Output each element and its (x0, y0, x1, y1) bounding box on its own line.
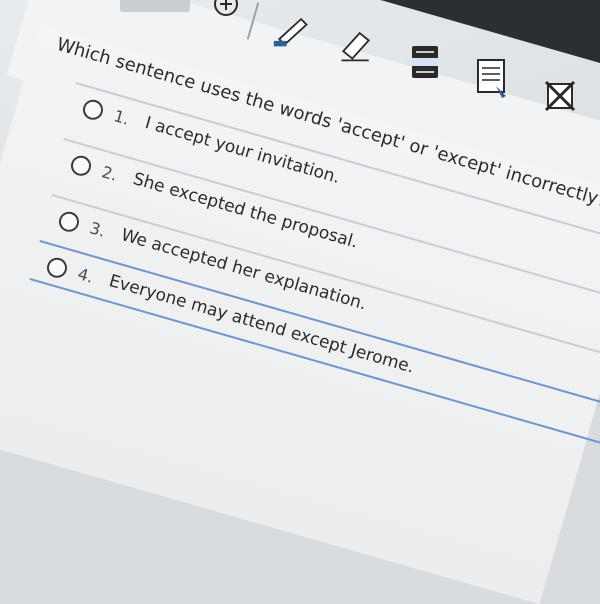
notepad-icon[interactable] (472, 58, 512, 98)
radio-button[interactable] (44, 255, 70, 281)
option-number: 1. (111, 106, 132, 129)
top-tab[interactable] (120, 0, 190, 12)
option-number: 4. (75, 264, 96, 287)
radio-button[interactable] (80, 97, 106, 123)
line-reader-icon[interactable] (406, 42, 446, 82)
radio-button[interactable] (68, 153, 94, 179)
add-icon[interactable] (206, 0, 246, 24)
radio-button[interactable] (56, 209, 82, 235)
option-number: 3. (87, 218, 108, 241)
option-number: 2. (99, 162, 120, 185)
eliminator-icon[interactable] (540, 76, 580, 116)
highlighter-icon[interactable] (272, 10, 312, 50)
eraser-icon[interactable] (336, 24, 376, 64)
